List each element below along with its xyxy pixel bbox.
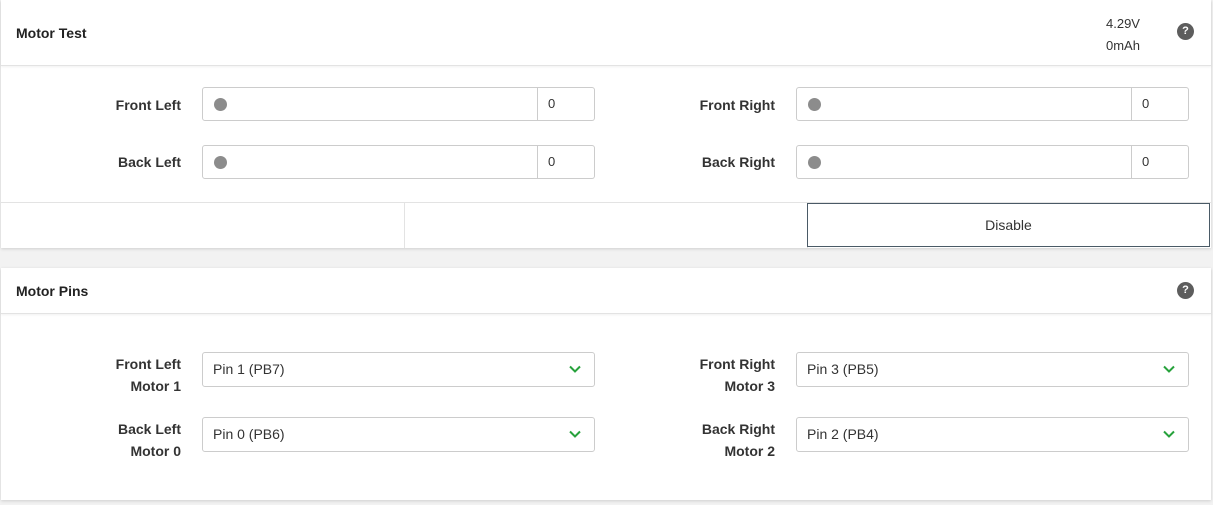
motor-label-back-left: Back Left: [117, 154, 181, 170]
motor-pins-panel: Motor Pins ? Front Left Motor 1 Pin 1 (P…: [1, 268, 1211, 500]
motor-label-back-right: Back Right: [701, 154, 775, 170]
slider-thumb[interactable]: [808, 98, 821, 111]
chevron-down-icon: [569, 365, 581, 373]
disable-button[interactable]: Disable: [807, 203, 1210, 247]
selected-value: Pin 0 (PB6): [213, 426, 285, 442]
motor-test-header: Motor Test 4.29V 0mAh ?: [1, 0, 1211, 66]
selected-value: Pin 1 (PB7): [213, 361, 285, 377]
selected-value: Pin 2 (PB4): [807, 426, 879, 442]
value-input-front-right[interactable]: 0: [1132, 87, 1189, 121]
help-icon[interactable]: ?: [1177, 282, 1194, 299]
motor-label-front-right: Front Right: [699, 97, 775, 113]
slider-thumb[interactable]: [214, 156, 227, 169]
pin-label-line2: Motor 0: [130, 443, 181, 459]
pin-label-back-right: Back Right Motor 2: [605, 418, 775, 462]
pin-label-line2: Motor 2: [724, 443, 775, 459]
pin-label-line2: Motor 1: [130, 378, 181, 394]
slider-thumb[interactable]: [808, 156, 821, 169]
pin-label-line2: Motor 3: [724, 378, 775, 394]
pin-label-back-left: Back Left Motor 0: [11, 418, 181, 462]
selected-value: Pin 3 (PB5): [807, 361, 879, 377]
pin-label-front-right: Front Right Motor 3: [605, 353, 775, 397]
button-bar: Disable: [1, 202, 1211, 249]
pin-label-line1: Back Right: [701, 421, 775, 437]
slider-back-left[interactable]: [202, 145, 538, 179]
pin-label-line1: Front Left: [115, 356, 181, 372]
pin-label-line1: Back Left: [117, 421, 181, 437]
help-icon[interactable]: ?: [1177, 23, 1194, 40]
empty-button-slot: [1, 203, 405, 248]
battery-voltage: 4.29V: [1106, 16, 1140, 31]
value-input-back-left[interactable]: 0: [538, 145, 595, 179]
pin-label-line1: Front Right: [699, 356, 775, 372]
panel-title: Motor Test: [16, 25, 87, 41]
pin-label-front-left: Front Left Motor 1: [11, 353, 181, 397]
pin-select-front-left[interactable]: Pin 1 (PB7): [202, 352, 595, 387]
motor-pins-header: Motor Pins ?: [1, 268, 1211, 314]
slider-front-left[interactable]: [202, 87, 538, 121]
empty-button-slot: [404, 203, 808, 248]
chevron-down-icon: [569, 430, 581, 438]
pin-select-back-left[interactable]: Pin 0 (PB6): [202, 417, 595, 452]
chevron-down-icon: [1163, 365, 1175, 373]
pin-select-back-right[interactable]: Pin 2 (PB4): [796, 417, 1189, 452]
slider-thumb[interactable]: [214, 98, 227, 111]
slider-front-right[interactable]: [796, 87, 1132, 121]
chevron-down-icon: [1163, 430, 1175, 438]
battery-capacity: 0mAh: [1106, 38, 1140, 53]
motor-label-front-left: Front Left: [115, 97, 181, 113]
battery-status: 4.29V 0mAh: [1106, 13, 1140, 57]
slider-back-right[interactable]: [796, 145, 1132, 179]
pin-select-front-right[interactable]: Pin 3 (PB5): [796, 352, 1189, 387]
value-input-back-right[interactable]: 0: [1132, 145, 1189, 179]
motor-test-panel: Motor Test 4.29V 0mAh ? Front Left 0 Fro…: [1, 0, 1211, 248]
value-input-front-left[interactable]: 0: [538, 87, 595, 121]
panel-title: Motor Pins: [16, 283, 89, 299]
